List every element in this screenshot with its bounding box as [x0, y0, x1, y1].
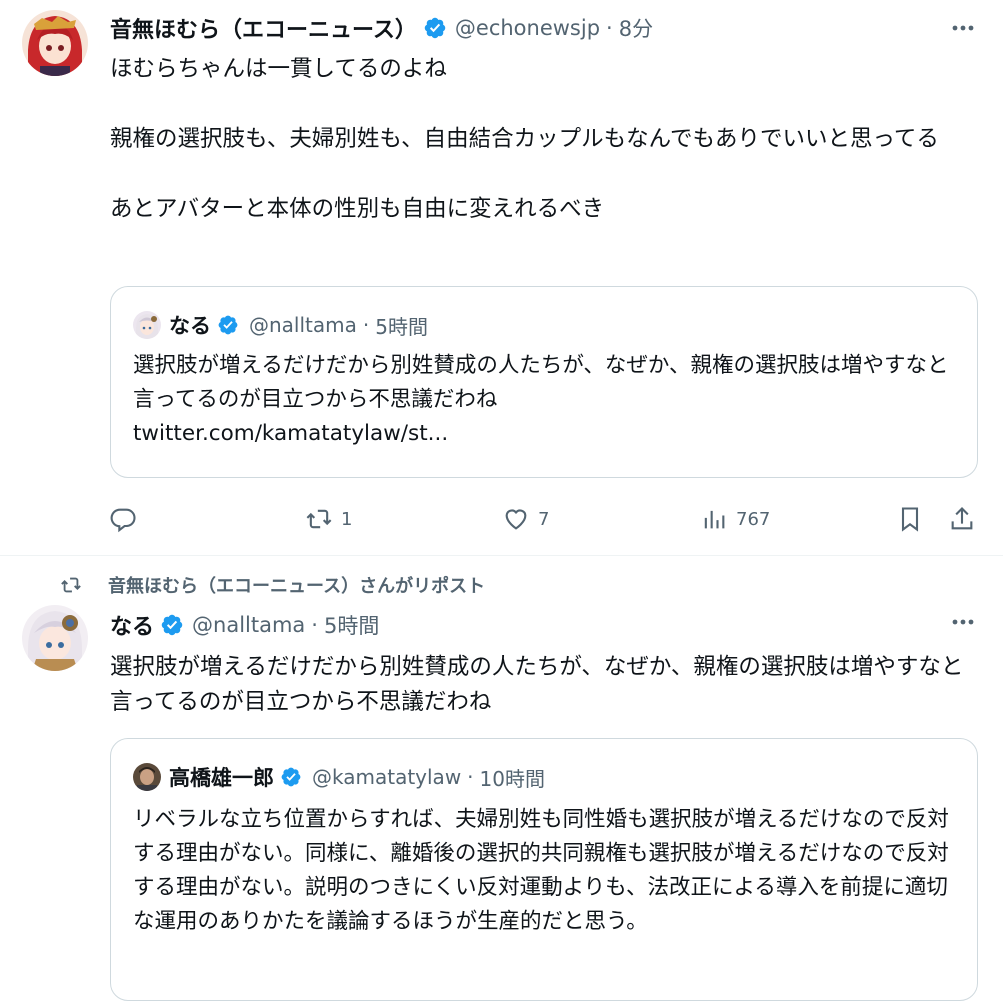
verified-badge-icon	[160, 613, 184, 637]
retweet-count: 1	[341, 508, 353, 530]
tweet-text: 選択肢が増えるだけだから別姓賛成の人たちが、なぜか、親権の選択肢は増やすなと言っ…	[110, 654, 964, 715]
separator-dot: ·	[606, 16, 613, 40]
author-name[interactable]: 音無ほむら（エコーニュース）	[110, 12, 417, 44]
tweet-text: ほむらちゃんは一貫してるのよね 親権の選択肢も、夫婦別姓も、自由結合カップルもな…	[110, 52, 980, 262]
quoted-author-handle: @kamatatylaw	[312, 765, 462, 789]
bookmark-icon	[901, 507, 919, 532]
more-options-icon[interactable]	[949, 14, 977, 42]
quoted-avatar	[133, 311, 161, 339]
verified-badge-icon	[423, 16, 447, 40]
more-options-icon[interactable]	[949, 608, 977, 636]
retweet-icon	[306, 509, 332, 529]
separator-dot: ·	[311, 613, 318, 637]
author-handle[interactable]: @echonewsjp	[455, 16, 600, 40]
quoted-text: 選択肢が増えるだけだから別姓賛成の人たちが、なぜか、親権の選択肢は増やすなと言っ…	[133, 353, 949, 412]
views-count: 767	[736, 508, 771, 530]
avatar[interactable]	[22, 605, 88, 671]
tweet-text-line: ほむらちゃんは一貫してるのよね	[110, 56, 447, 82]
retweet-icon	[61, 577, 81, 593]
action-bar: 1 7 767	[0, 500, 1003, 538]
share-icon	[951, 507, 973, 530]
reply-icon	[110, 508, 136, 533]
quoted-author-name[interactable]: 高橋雄一郎	[169, 762, 274, 792]
reply-button[interactable]	[110, 500, 138, 538]
quoted-timestamp: 5時間	[375, 314, 428, 339]
bookmark-button[interactable]	[896, 500, 924, 538]
retweet-button[interactable]: 1	[305, 500, 352, 538]
views-icon	[704, 510, 725, 529]
repost-context-label: 音無ほむら（エコーニュース）さんがリポスト	[108, 576, 486, 597]
quoted-author-handle: @nalltama	[249, 313, 357, 337]
author-name[interactable]: なる	[110, 609, 154, 641]
views-button[interactable]: 767	[700, 500, 770, 538]
timestamp[interactable]: 5時間	[324, 610, 379, 640]
quoted-tweet[interactable]: なる @nalltama · 5時間 選択肢が増えるだけだから別姓賛成の人たちが…	[110, 286, 978, 478]
share-button[interactable]	[948, 500, 976, 538]
tweet-text-line: 親権の選択肢も、夫婦別姓も、自由結合カップルもなんでもありでいいと思ってる	[110, 126, 939, 152]
quoted-tweet[interactable]: 高橋雄一郎 @kamatatylaw · 10時間 リベラルな立ち位置からすれば…	[110, 738, 978, 1001]
author-handle[interactable]: @nalltama	[192, 613, 305, 637]
separator-dot: ·	[467, 765, 474, 789]
verified-badge-icon	[280, 766, 302, 788]
tweet-echonewsjp[interactable]: 音無ほむら（エコーニュース） @echonewsjp · 8分 ほむらちゃんは一…	[0, 0, 1003, 556]
avatar[interactable]	[22, 10, 88, 76]
repost-context[interactable]: 音無ほむら（エコーニュース）さんがリポスト	[60, 572, 485, 598]
heart-icon	[505, 509, 527, 530]
quoted-author-name[interactable]: なる	[169, 310, 211, 340]
quoted-link[interactable]: twitter.com/kamatatylaw/st...	[133, 417, 953, 451]
separator-dot: ·	[362, 313, 370, 337]
like-button[interactable]: 7	[502, 500, 549, 538]
tweet-text-line: あとアバターと本体の性別も自由に変えれるべき	[110, 196, 605, 222]
verified-badge-icon	[217, 314, 239, 336]
quoted-text: リベラルな立ち位置からすれば、夫婦別姓も同性婚も選択肢が増えるだけなので反対する…	[133, 807, 949, 934]
quoted-avatar	[133, 763, 161, 791]
like-count: 7	[538, 508, 550, 530]
quoted-timestamp: 10時間	[479, 766, 545, 791]
timestamp[interactable]: 8分	[619, 13, 653, 43]
